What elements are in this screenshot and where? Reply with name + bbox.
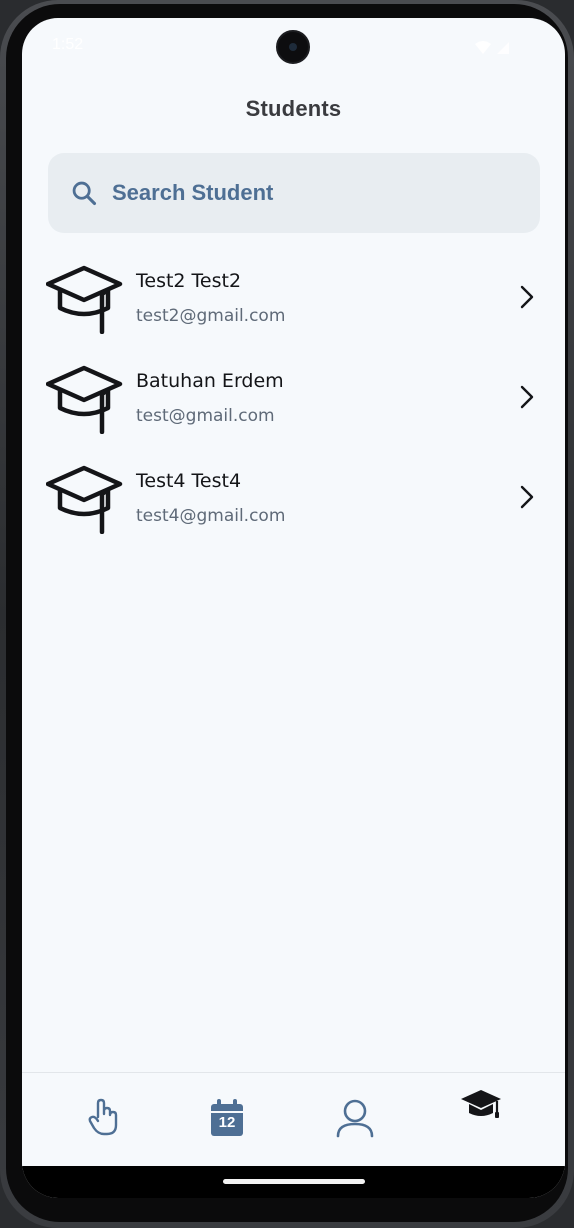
student-name: Test2 Test2 (136, 270, 242, 292)
gesture-bar-area (22, 1166, 565, 1198)
graduation-cap-icon (45, 362, 126, 438)
signal-icon (497, 42, 509, 54)
student-name: Test4 Test4 (136, 470, 242, 492)
wifi-icon (475, 41, 491, 54)
screen: 1:52 Students Search Student Test2 Test2… (22, 18, 565, 1198)
chevron-right-icon[interactable] (519, 384, 535, 414)
search-input[interactable] (112, 175, 512, 211)
chevron-right-icon[interactable] (519, 284, 535, 314)
search-icon (70, 179, 98, 211)
student-row[interactable]: Batuhan Erdem test@gmail.com (22, 354, 565, 454)
device-frame: 1:52 Students Search Student Test2 Test2… (0, 0, 574, 1228)
pointer-hand-icon (88, 1098, 118, 1136)
home-indicator[interactable] (223, 1179, 365, 1184)
student-email: test2@gmail.com (136, 306, 286, 326)
student-email: test4@gmail.com (136, 506, 286, 526)
bottom-navigation: 12 (22, 1072, 565, 1166)
student-row[interactable]: Test4 Test4 test4@gmail.com (22, 454, 565, 554)
student-email: test@gmail.com (136, 406, 275, 426)
user-icon (336, 1099, 374, 1138)
search-bar[interactable] (48, 153, 540, 233)
student-list: Test2 Test2 test2@gmail.com Batuhan Erde… (22, 254, 565, 554)
device-bezel: 1:52 Students Search Student Test2 Test2… (6, 4, 568, 1222)
student-name: Batuhan Erdem (136, 370, 284, 392)
nav-profile[interactable] (334, 1097, 382, 1145)
chevron-right-icon[interactable] (519, 484, 535, 514)
calendar-day-label: 12 (218, 1114, 236, 1131)
page-title: Students (245, 96, 342, 121)
graduation-cap-icon (45, 462, 126, 538)
status-time: 1:52 (52, 36, 84, 53)
graduation-cap-icon (461, 1090, 501, 1118)
nav-calendar[interactable]: 12 (207, 1097, 255, 1145)
graduation-cap-icon (45, 262, 126, 338)
status-icons (473, 40, 513, 60)
nav-students[interactable] (460, 1087, 508, 1135)
student-row[interactable]: Test2 Test2 test2@gmail.com (22, 254, 565, 354)
front-camera (276, 30, 310, 64)
status-bar: 1:52 (22, 18, 565, 74)
nav-pointer-hand[interactable] (84, 1097, 132, 1145)
